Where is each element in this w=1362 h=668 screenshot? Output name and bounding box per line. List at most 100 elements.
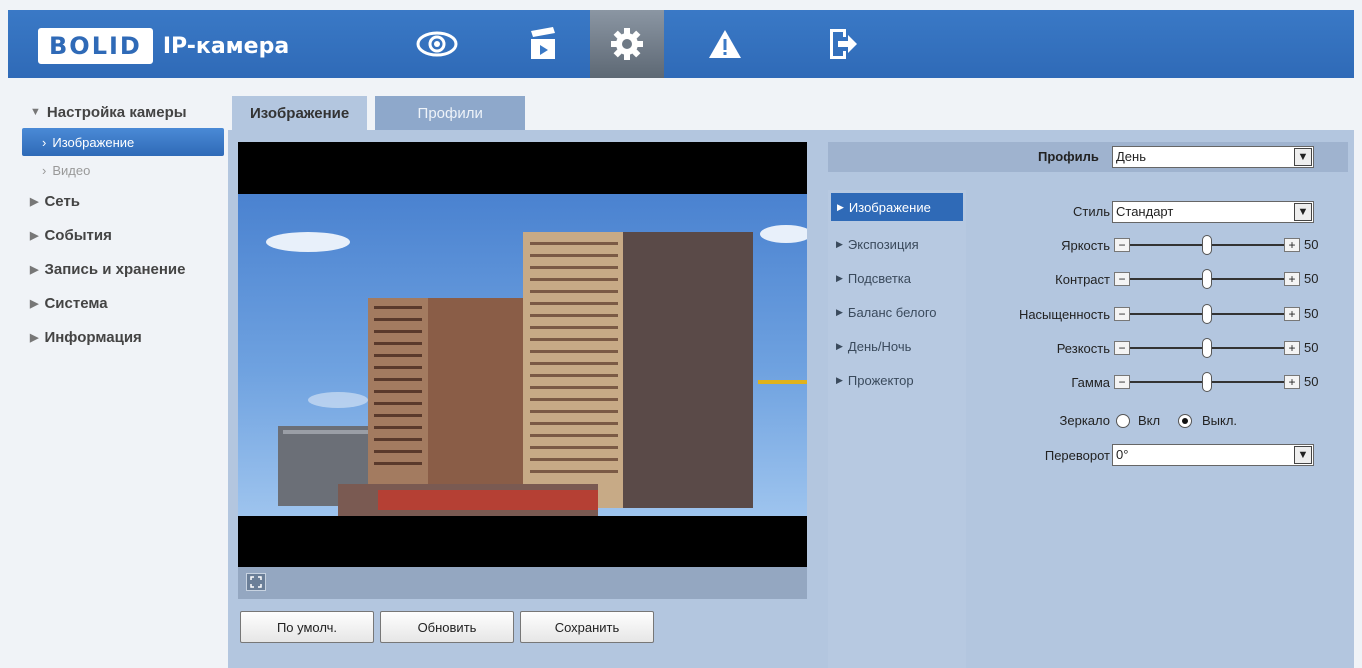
sidebar-group-label: Настройка камеры xyxy=(46,103,187,121)
building-scene xyxy=(266,225,807,516)
minus-button[interactable]: − xyxy=(1114,238,1130,252)
sharpness-value: 50 xyxy=(1304,340,1319,355)
save-button[interactable]: Сохранить xyxy=(520,611,654,643)
submenu-projector[interactable]: ▶ Прожектор xyxy=(828,363,963,397)
plus-button[interactable]: + xyxy=(1284,307,1300,321)
mirror-off-radio[interactable] xyxy=(1178,414,1192,428)
logo: BOLID IP-камера xyxy=(38,28,289,64)
sidebar-group-system[interactable]: ▶ Система xyxy=(8,286,228,320)
minus-button[interactable]: − xyxy=(1114,307,1130,321)
fullscreen-icon xyxy=(250,576,262,588)
sharpness-slider[interactable]: − + 50 xyxy=(1114,338,1334,358)
gamma-label: Гамма xyxy=(1071,375,1110,390)
exit-icon xyxy=(830,29,857,59)
sidebar-group-events[interactable]: ▶ События xyxy=(8,218,228,252)
tab-profiles[interactable]: Профили xyxy=(375,96,526,130)
sidebar-group-record[interactable]: ▶ Запись и хранение xyxy=(8,252,228,286)
saturation-label: Насыщенность xyxy=(1018,307,1110,322)
gear-icon xyxy=(611,28,643,60)
triangle-right-icon: ▶ xyxy=(836,306,843,317)
gamma-slider[interactable]: − + 50 xyxy=(1114,372,1334,392)
submenu-label: Подсветка xyxy=(847,270,912,286)
sidebar-group-label: Сеть xyxy=(44,192,81,210)
triangle-right-icon: ▶ xyxy=(30,263,39,276)
plus-button[interactable]: + xyxy=(1284,272,1300,286)
mirror-off-label: Выкл. xyxy=(1202,413,1238,428)
nav-settings[interactable] xyxy=(590,10,664,78)
chevron-down-icon: ▼ xyxy=(1294,148,1312,166)
minus-button[interactable]: − xyxy=(1114,375,1130,389)
plus-button[interactable]: + xyxy=(1284,341,1300,355)
submenu-backlight[interactable]: ▶ Подсветка xyxy=(828,261,963,295)
mirror-label: Зеркало xyxy=(1059,413,1110,428)
chevron-down-icon: ▼ xyxy=(1294,203,1312,221)
plus-button[interactable]: + xyxy=(1284,238,1300,252)
style-label: Стиль xyxy=(1073,204,1110,219)
triangle-right-icon: ▶ xyxy=(836,340,843,351)
sidebar-group-info[interactable]: ▶ Информация xyxy=(8,320,228,354)
brightness-slider[interactable]: − + 50 xyxy=(1114,235,1334,255)
submenu-exposure[interactable]: ▶ Экспозиция xyxy=(828,227,963,261)
triangle-right-icon: ▶ xyxy=(836,272,843,283)
slider-thumb[interactable] xyxy=(1202,235,1212,255)
chevron-down-icon: ▼ xyxy=(1294,446,1312,464)
minus-button[interactable]: − xyxy=(1114,341,1130,355)
nav-playback[interactable] xyxy=(506,10,580,78)
slider-thumb[interactable] xyxy=(1202,269,1212,289)
style-select[interactable]: Стандарт ▼ xyxy=(1112,201,1314,223)
nav-alarm[interactable] xyxy=(688,10,762,78)
sidebar-group-network[interactable]: ▶ Сеть xyxy=(8,184,228,218)
camera-image xyxy=(238,194,807,516)
tab-image[interactable]: Изображение xyxy=(232,96,368,130)
tab-bar: Изображение Профили xyxy=(228,96,526,130)
settings-panel: Профиль День ▼ ▶ Изображение ▶ Экспозици… xyxy=(828,142,1348,668)
sidebar-group-label: Система xyxy=(44,294,108,312)
submenu-label: Экспозиция xyxy=(847,236,919,252)
sidebar-item-image[interactable]: › Изображение xyxy=(22,128,224,156)
triangle-down-icon: ▼ xyxy=(30,106,41,118)
triangle-right-icon: ▶ xyxy=(30,331,39,344)
triangle-right-icon: ▶ xyxy=(837,201,844,212)
sidebar-group-camera[interactable]: ▼ Настройка камеры xyxy=(8,96,228,128)
triangle-right-icon: ▶ xyxy=(836,374,843,385)
fullscreen-button[interactable] xyxy=(246,573,266,591)
refresh-button[interactable]: Обновить xyxy=(380,611,514,643)
triangle-right-icon: ▶ xyxy=(30,195,39,208)
slider-thumb[interactable] xyxy=(1202,372,1212,392)
nav-logout[interactable] xyxy=(806,10,880,78)
submenu-label: Изображение xyxy=(848,199,931,215)
submenu-label: Прожектор xyxy=(847,372,914,388)
submenu-white-balance[interactable]: ▶ Баланс белого xyxy=(828,295,963,329)
contrast-slider[interactable]: − + 50 xyxy=(1114,269,1334,289)
minus-button[interactable]: − xyxy=(1114,272,1130,286)
saturation-slider[interactable]: − + 50 xyxy=(1114,304,1334,324)
sharpness-label: Резкость xyxy=(1056,341,1110,356)
sidebar-group-label: События xyxy=(44,226,112,244)
sidebar-item-video[interactable]: › Видео xyxy=(8,156,228,184)
brightness-label: Яркость xyxy=(1061,238,1110,253)
submenu-image[interactable]: ▶ Изображение xyxy=(831,193,963,221)
default-button[interactable]: По умолч. xyxy=(240,611,374,643)
profile-select-value: День xyxy=(1116,149,1146,164)
top-header: BOLID IP-камера xyxy=(8,10,1354,78)
clapperboard-icon xyxy=(531,27,555,59)
plus-button[interactable]: + xyxy=(1284,375,1300,389)
flip-select[interactable]: 0° ▼ xyxy=(1112,444,1314,466)
triangle-right-icon: ▶ xyxy=(30,297,39,310)
triangle-right-icon: ▶ xyxy=(30,229,39,242)
slider-thumb[interactable] xyxy=(1202,304,1212,324)
main-panel: Изображение Профили По умолч. Обновить С… xyxy=(228,96,1354,668)
app-title: IP-камера xyxy=(162,33,290,59)
profile-select[interactable]: День ▼ xyxy=(1112,146,1314,168)
submenu-day-night[interactable]: ▶ День/Ночь xyxy=(828,329,963,363)
video-preview xyxy=(238,142,807,567)
profile-label: Профиль xyxy=(1038,149,1099,164)
style-select-value: Стандарт xyxy=(1116,204,1174,219)
mirror-on-label: Вкл xyxy=(1138,413,1161,428)
mirror-on-radio[interactable] xyxy=(1116,414,1130,428)
contrast-value: 50 xyxy=(1304,271,1319,286)
sidebar-item-label: Видео xyxy=(52,162,91,178)
image-submenu: ▶ Изображение ▶ Экспозиция ▶ Подсветка ▶… xyxy=(828,190,963,397)
nav-live-view[interactable] xyxy=(400,10,474,78)
slider-thumb[interactable] xyxy=(1202,338,1212,358)
